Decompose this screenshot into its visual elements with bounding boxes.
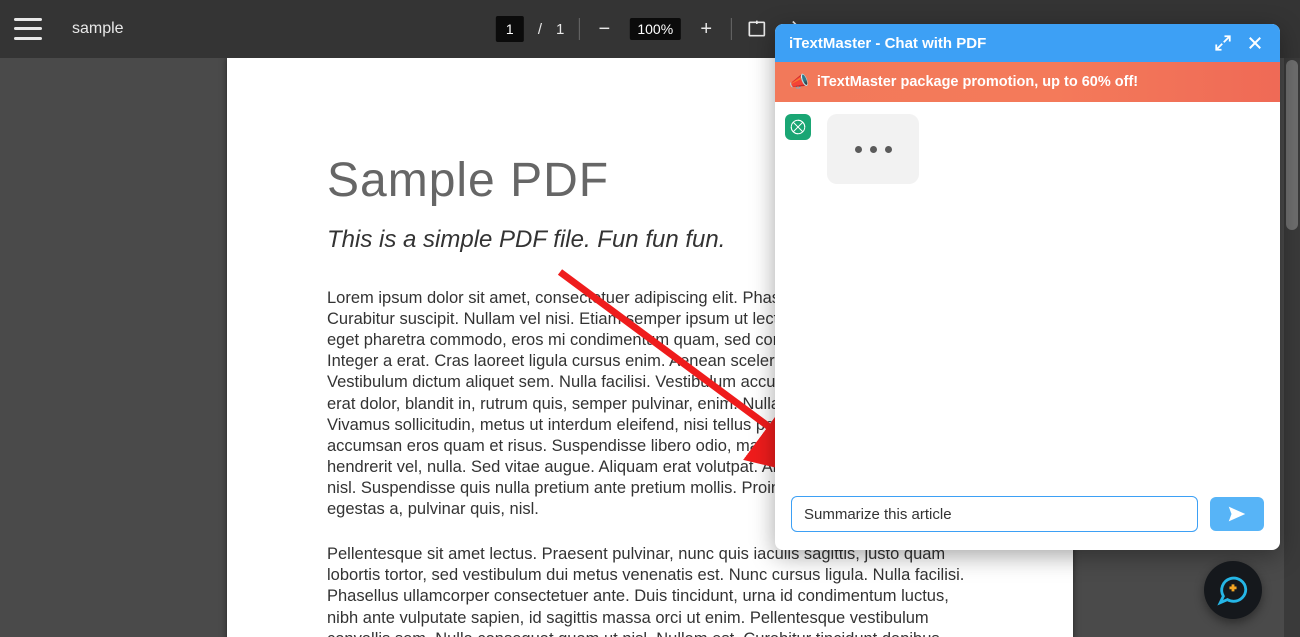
typing-dot bbox=[870, 146, 877, 153]
chat-input[interactable] bbox=[791, 496, 1198, 532]
doc-paragraph: Pellentesque sit amet lectus. Praesent p… bbox=[327, 544, 973, 637]
promo-text: iTextMaster package promotion, up to 60%… bbox=[817, 74, 1138, 90]
chat-fab[interactable] bbox=[1204, 561, 1262, 619]
chat-panel: iTextMaster - Chat with PDF 📣 iTextMaste… bbox=[775, 24, 1280, 550]
document-title: sample bbox=[72, 20, 124, 38]
typing-bubble bbox=[827, 114, 919, 184]
close-icon[interactable] bbox=[1244, 32, 1266, 54]
toolbar-center: 1 / 1 − 100% + bbox=[496, 16, 804, 42]
vertical-scrollbar[interactable] bbox=[1284, 58, 1300, 637]
zoom-value[interactable]: 100% bbox=[629, 18, 681, 40]
menu-icon[interactable] bbox=[14, 15, 42, 43]
assistant-avatar bbox=[785, 114, 811, 140]
page-number-input[interactable]: 1 bbox=[496, 16, 524, 42]
page-separator: / bbox=[538, 21, 542, 38]
promo-banner[interactable]: 📣 iTextMaster package promotion, up to 6… bbox=[775, 62, 1280, 102]
chat-body bbox=[775, 102, 1280, 482]
divider bbox=[578, 18, 579, 40]
zoom-out-button[interactable]: − bbox=[593, 18, 615, 40]
send-button[interactable] bbox=[1210, 497, 1264, 531]
typing-dot bbox=[855, 146, 862, 153]
fit-page-icon[interactable] bbox=[746, 18, 768, 40]
divider bbox=[731, 18, 732, 40]
chat-input-row bbox=[775, 482, 1280, 550]
expand-icon[interactable] bbox=[1212, 32, 1234, 54]
zoom-in-button[interactable]: + bbox=[695, 18, 717, 40]
promo-icon: 📣 bbox=[789, 72, 809, 92]
page-total: 1 bbox=[556, 21, 564, 38]
chat-panel-header: iTextMaster - Chat with PDF bbox=[775, 24, 1280, 62]
chat-panel-title: iTextMaster - Chat with PDF bbox=[789, 35, 986, 52]
scrollbar-thumb[interactable] bbox=[1286, 60, 1298, 230]
typing-dot bbox=[885, 146, 892, 153]
